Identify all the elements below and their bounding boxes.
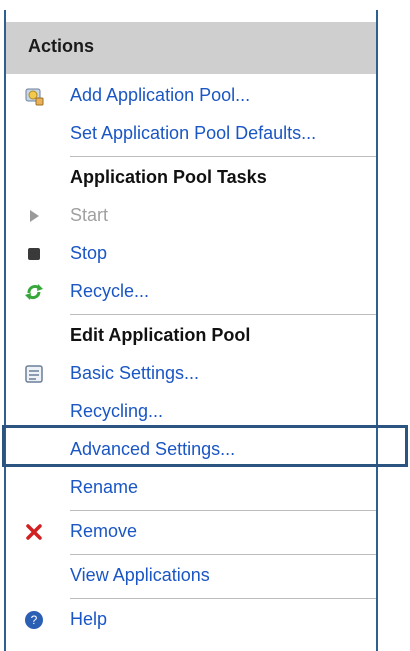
rename-item[interactable]: Rename: [6, 470, 376, 506]
recycle-icon: [25, 284, 43, 300]
view-applications-item[interactable]: View Applications: [6, 558, 376, 594]
stop-label: Stop: [70, 243, 108, 263]
remove-label: Remove: [70, 521, 138, 541]
recycle-label: Recycle...: [70, 281, 150, 301]
application-pool-tasks-header: Application Pool Tasks: [6, 160, 376, 196]
add-application-pool-label: Add Application Pool...: [70, 85, 251, 105]
set-application-pool-defaults-item[interactable]: Set Application Pool Defaults...: [6, 116, 376, 152]
rename-label: Rename: [70, 477, 139, 497]
edit-application-pool-header: Edit Application Pool: [6, 318, 376, 354]
add-application-pool-item[interactable]: Add Application Pool...: [6, 78, 376, 114]
remove-icon: [26, 524, 42, 540]
edit-application-pool-title: Edit Application Pool: [70, 325, 251, 345]
separator: [70, 314, 376, 315]
actions-header: Actions: [6, 22, 376, 74]
help-icon: ?: [25, 611, 43, 629]
view-applications-label: View Applications: [70, 565, 210, 585]
basic-settings-label: Basic Settings...: [70, 363, 200, 383]
selection-highlight: [2, 425, 408, 467]
recycle-item[interactable]: Recycle...: [6, 274, 376, 310]
help-label: Help: [70, 609, 108, 629]
play-icon: [30, 210, 39, 222]
help-item[interactable]: ? Help: [6, 602, 376, 638]
separator: [70, 156, 376, 157]
set-application-pool-defaults-label: Set Application Pool Defaults...: [70, 123, 317, 143]
recycling-label: Recycling...: [70, 401, 164, 421]
actions-panel: Actions Add Application Pool... Set Appl…: [4, 10, 378, 651]
remove-item[interactable]: Remove: [6, 514, 376, 550]
separator: [70, 554, 376, 555]
app-pool-add-icon: [25, 88, 44, 106]
basic-settings-item[interactable]: Basic Settings...: [6, 356, 376, 392]
separator: [70, 510, 376, 511]
settings-icon: [25, 365, 43, 383]
stop-icon: [28, 248, 40, 260]
actions-title: Actions: [28, 36, 95, 56]
start-label: Start: [70, 205, 109, 225]
start-item[interactable]: Start: [6, 198, 376, 234]
stop-item[interactable]: Stop: [6, 236, 376, 272]
application-pool-tasks-title: Application Pool Tasks: [70, 167, 267, 187]
separator: [70, 598, 376, 599]
svg-text:?: ?: [31, 613, 38, 627]
